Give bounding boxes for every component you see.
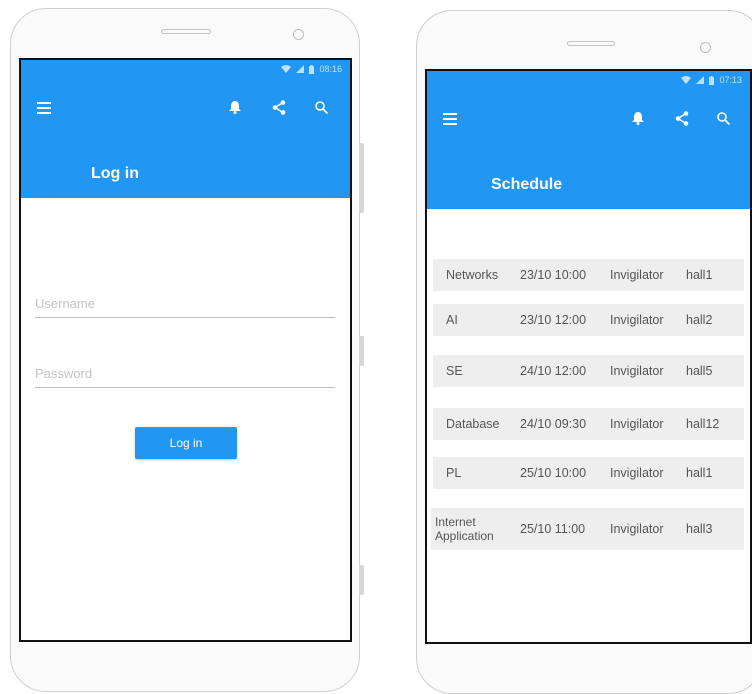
exam-datetime: 24/10 09:30 xyxy=(520,417,587,431)
exam-datetime: 23/10 12:00 xyxy=(520,313,587,327)
camera-dot xyxy=(293,29,304,40)
schedule-row[interactable]: Database 24/10 09:30 Invigilator hall12 xyxy=(433,408,744,440)
schedule-row[interactable]: Networks 23/10 10:00 Invigilator hall1 xyxy=(433,259,744,291)
search-icon[interactable] xyxy=(717,112,730,125)
course-name: AI xyxy=(446,313,458,327)
camera-dot xyxy=(700,42,711,53)
schedule-row[interactable]: AI 23/10 12:00 Invigilator hall2 xyxy=(433,304,744,336)
role: Invigilator xyxy=(610,268,664,282)
schedule-row[interactable]: SE 24/10 12:00 Invigilator hall5 xyxy=(433,355,744,387)
side-button xyxy=(359,565,364,595)
status-time: 07:13 xyxy=(719,75,742,85)
wifi-icon xyxy=(681,76,692,84)
status-time: 08:16 xyxy=(319,64,342,74)
hall: hall1 xyxy=(686,268,713,282)
exam-datetime: 25/10 10:00 xyxy=(520,466,587,480)
role: Invigilator xyxy=(610,522,664,536)
status-bar: 07:13 xyxy=(681,75,742,85)
wifi-icon xyxy=(281,65,292,73)
hall: hall1 xyxy=(686,466,713,480)
signal-icon xyxy=(696,76,705,84)
page-title: Schedule xyxy=(491,176,563,193)
course-name: Networks xyxy=(446,268,499,282)
login-screen: 08:16 Log in Username Password Log in xyxy=(19,58,352,642)
share-icon[interactable] xyxy=(675,111,689,126)
bell-icon[interactable] xyxy=(229,101,241,114)
speaker-grille xyxy=(567,41,615,46)
course-name: Internet Application xyxy=(435,515,494,543)
role: Invigilator xyxy=(610,466,664,480)
login-button[interactable]: Log in xyxy=(135,427,237,459)
username-field[interactable]: Username xyxy=(35,296,335,318)
hall: hall3 xyxy=(686,522,713,536)
course-name: Database xyxy=(446,417,500,431)
exam-datetime: 23/10 10:00 xyxy=(520,268,587,282)
hall: hall5 xyxy=(686,364,713,378)
password-field[interactable]: Password xyxy=(35,366,335,388)
schedule-row[interactable]: Internet Application 25/10 11:00 Invigil… xyxy=(431,508,744,550)
role: Invigilator xyxy=(610,417,664,431)
bell-icon[interactable] xyxy=(632,112,644,125)
volume-button xyxy=(359,143,364,213)
speaker-grille xyxy=(161,29,211,34)
page-title: Log in xyxy=(91,165,139,182)
exam-datetime: 24/10 12:00 xyxy=(520,364,587,378)
course-name: SE xyxy=(446,364,463,378)
schedule-row[interactable]: PL 25/10 10:00 Invigilator hall1 xyxy=(433,457,744,489)
role: Invigilator xyxy=(610,313,664,327)
status-bar: 08:16 xyxy=(281,64,342,74)
role: Invigilator xyxy=(610,364,664,378)
hall: hall2 xyxy=(686,313,713,327)
signal-icon xyxy=(296,65,305,73)
battery-icon xyxy=(309,64,315,74)
search-icon[interactable] xyxy=(315,101,328,114)
menu-icon[interactable] xyxy=(37,102,51,114)
hall: hall12 xyxy=(686,417,720,431)
app-bar: 07:13 Schedule xyxy=(427,71,750,209)
share-icon[interactable] xyxy=(272,100,286,115)
battery-icon xyxy=(709,75,715,85)
schedule-screen: 07:13 Schedule Networks 23/10 10:00 Invi… xyxy=(425,69,752,644)
app-bar: 08:16 Log in xyxy=(21,60,350,198)
menu-icon[interactable] xyxy=(443,113,457,125)
exam-datetime: 25/10 11:00 xyxy=(520,522,586,536)
course-name: PL xyxy=(446,466,462,480)
power-button xyxy=(359,336,364,366)
